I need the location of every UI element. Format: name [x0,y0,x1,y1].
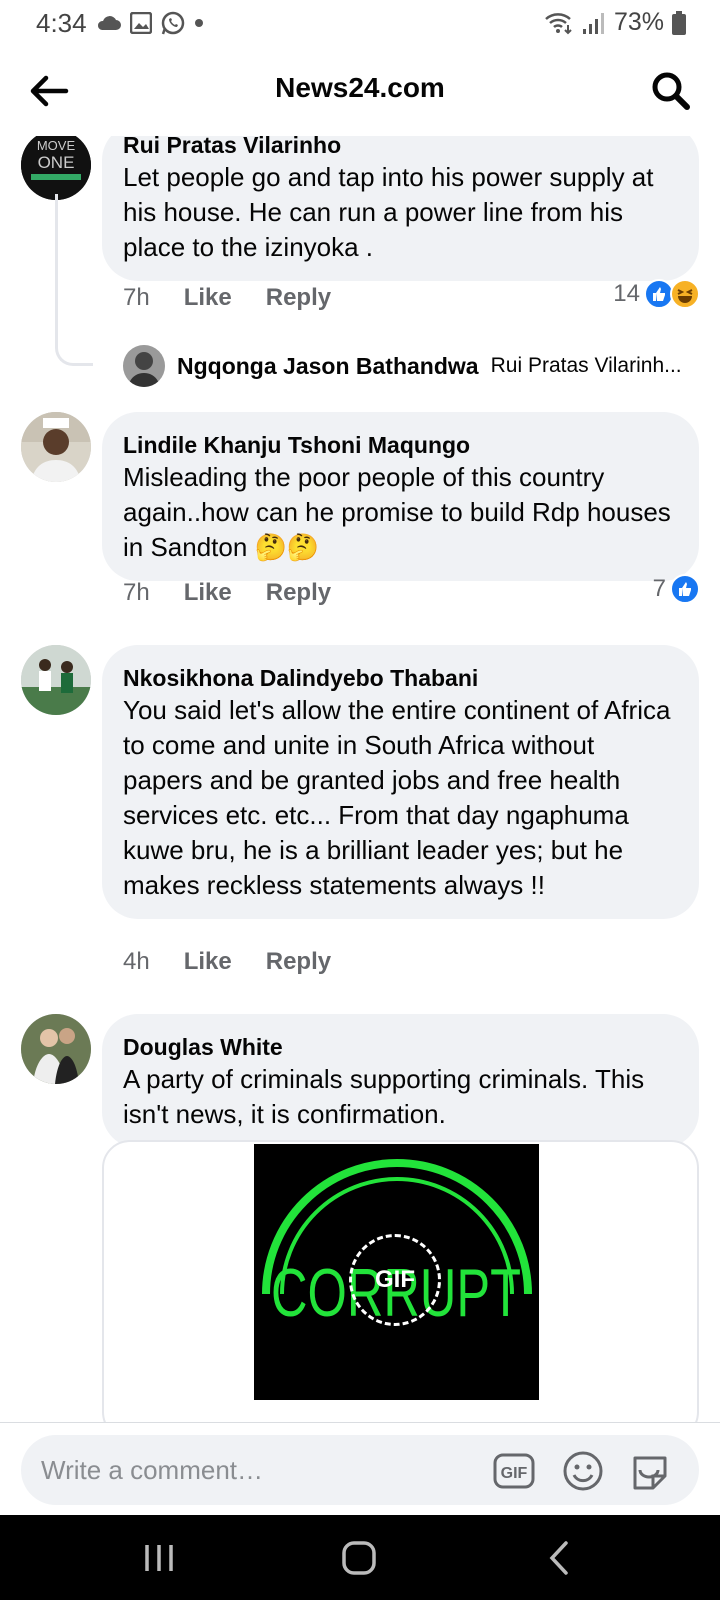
like-reaction-icon [670,574,700,604]
gif-icon: GIF [493,1453,535,1489]
comment-actions: 4h Like Reply [123,942,331,982]
reaction-count: 14 [613,280,640,307]
comment-composer: GIF [0,1422,720,1515]
emoji-button[interactable] [562,1450,604,1492]
home-button[interactable] [339,1537,381,1579]
reply-button[interactable]: Reply [266,579,331,607]
avatar-image [21,412,91,482]
comment-bubble[interactable]: Lindile Khanju Tshoni Maqungo Misleading… [102,412,699,581]
page-title: News24.com [275,72,445,103]
reaction-summary[interactable]: 14 [613,279,700,309]
comment-author[interactable]: Douglas White [123,1032,679,1062]
comment-actions: 7h Like Reply [123,573,331,613]
comment-author[interactable]: Nkosikhona Dalindyebo Thabani [123,663,679,693]
dot-icon [195,19,203,27]
avatar-image [21,645,91,715]
comment-box[interactable]: GIF [21,1435,699,1505]
avatar-image: MOVE ONE [21,136,91,200]
wifi-icon [545,12,572,34]
signal-icon [582,12,604,34]
comments-feed[interactable]: MOVE ONE Rui Pratas Vilarinho Let people… [0,136,720,1422]
comment-time[interactable]: 7h [123,579,150,607]
gif-play-badge[interactable]: GIF [349,1234,441,1326]
avatar-image [21,1014,91,1084]
app-header: News24.com [0,46,720,136]
comment-author[interactable]: Rui Pratas Vilarinho [123,136,679,160]
comment-author[interactable]: Lindile Khanju Tshoni Maqungo [123,430,679,460]
notification-icons [96,10,204,36]
reaction-summary[interactable]: 7 [653,574,700,604]
avatar[interactable] [21,412,91,482]
like-button[interactable]: Like [184,579,232,607]
sticker-icon [633,1456,667,1490]
comment-text: Let people go and tap into his power sup… [123,162,654,262]
emoji-icon [563,1451,603,1491]
avatar-text: ONE [38,153,75,172]
comment-time[interactable]: 7h [123,284,150,312]
recent-apps-button[interactable] [138,1537,180,1579]
gif-image[interactable]: CORRUPT GIF [254,1144,539,1400]
home-icon [342,1541,376,1575]
comment-text: Misleading the poor people of this count… [123,462,671,562]
comment-bubble[interactable]: Nkosikhona Dalindyebo Thabani You said l… [102,645,699,919]
comment-time[interactable]: 4h [123,948,150,976]
comment-text: You said let's allow the entire continen… [123,695,671,900]
cloud-icon [97,16,121,30]
whatsapp-icon [161,11,185,35]
status-right: 73% [544,8,686,37]
comment-actions: 7h Like Reply [123,278,331,318]
reply-author[interactable]: Ngqonga Jason Bathandwa [177,353,479,380]
reply-preview-text: Rui Pratas Vilarinh... [490,354,682,377]
reaction-count: 7 [652,575,666,602]
svg-text:GIF: GIF [501,1465,528,1482]
avatar[interactable] [21,645,91,715]
reply-button[interactable]: Reply [266,948,331,976]
gallery-icon [130,12,152,34]
reply-button[interactable]: Reply [266,284,331,312]
avatar[interactable] [21,1014,91,1084]
comment-input[interactable] [41,1435,471,1505]
search-icon [652,72,690,110]
status-bar: 4:34 73% [0,0,720,46]
avatar[interactable]: MOVE ONE [21,136,91,200]
battery-icon [672,10,686,35]
like-button[interactable]: Like [184,948,232,976]
like-button[interactable]: Like [184,284,232,312]
comment-bubble[interactable]: Douglas White A party of criminals suppo… [102,1014,699,1148]
back-icon [549,1541,568,1575]
battery-percent: 73% [613,8,664,36]
system-nav-bar [0,1515,720,1600]
gif-button[interactable]: GIF [493,1450,535,1492]
gif-attachment[interactable]: CORRUPT GIF [102,1140,699,1422]
status-time: 4:34 [36,8,87,38]
comment-text: A party of criminals supporting criminal… [123,1064,645,1129]
haha-reaction-icon [670,279,700,309]
recent-apps-icon [145,1545,173,1571]
comment-bubble[interactable]: Rui Pratas Vilarinho Let people go and t… [102,136,699,281]
avatar-text: MOVE [37,138,76,153]
system-back-button[interactable] [540,1537,582,1579]
thread-line [55,194,93,366]
avatar-image [123,345,165,387]
avatar[interactable] [123,345,165,387]
sticker-button[interactable] [629,1450,671,1492]
search-button[interactable] [648,68,694,114]
reply-preview-row[interactable]: Ngqonga Jason Bathandwa Rui Pratas Vilar… [123,344,703,388]
